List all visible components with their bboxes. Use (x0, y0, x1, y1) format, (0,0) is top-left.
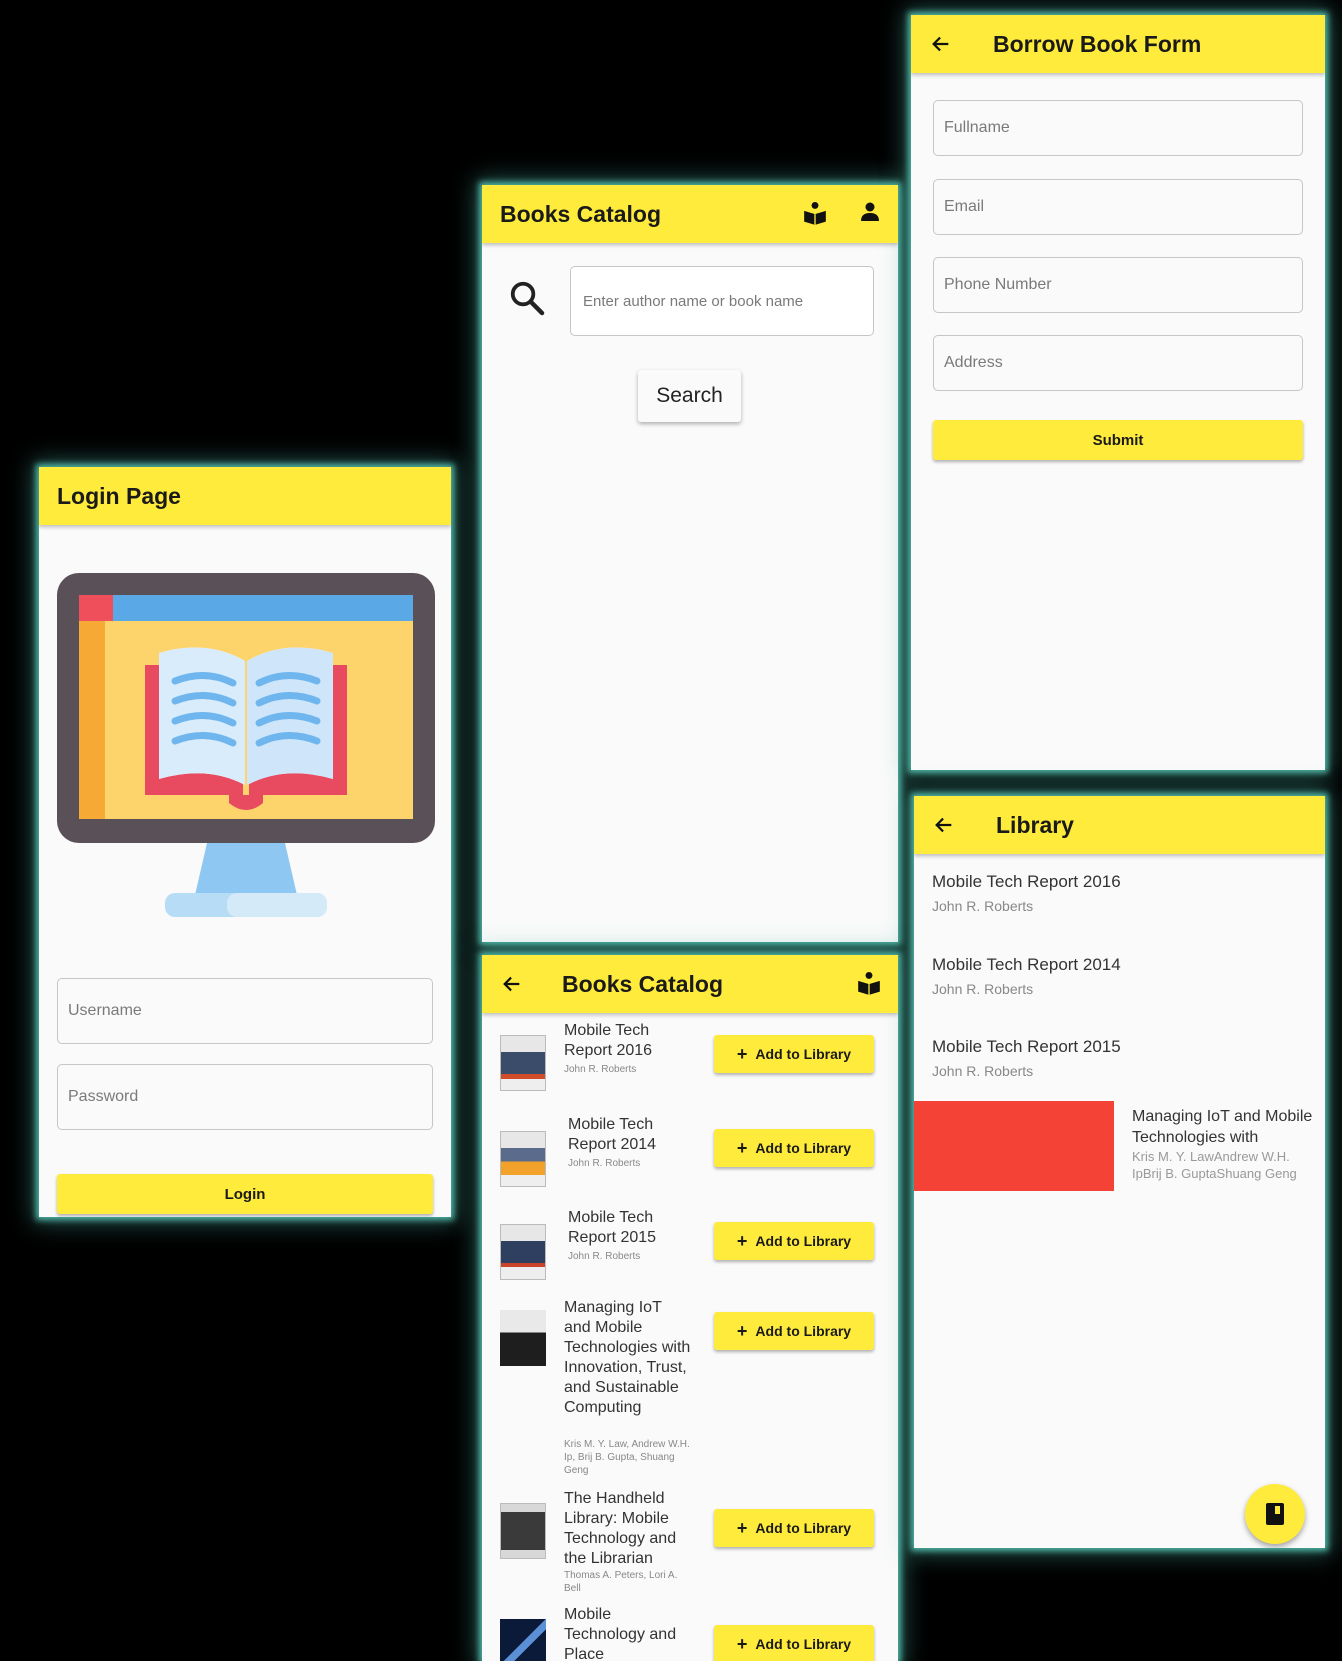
add-to-library-label: Add to Library (755, 1233, 852, 1249)
back-button[interactable] (925, 28, 957, 60)
book-cover (500, 1035, 546, 1091)
book-author: Thomas A. Peters, Lori A. Bell (564, 1570, 678, 1594)
search-icon (508, 279, 546, 322)
fullname-input[interactable] (934, 101, 1302, 155)
search-button[interactable]: Search (638, 370, 741, 422)
book-title: Mobile Tech Report 2014 (568, 1116, 657, 1153)
plus-icon: + (736, 1320, 748, 1341)
username-field[interactable] (57, 978, 433, 1044)
book-row: Mobile Tech Report 2015 John R. Roberts … (482, 1208, 898, 1294)
book-row: The Handheld Library: Mobile Technology … (482, 1489, 898, 1594)
library-item[interactable]: Mobile Tech Report 2016 John R. Roberts (932, 872, 1121, 914)
arrow-left-icon (503, 976, 520, 992)
add-to-library-button[interactable]: + Add to Library (714, 1312, 874, 1350)
plus-icon: + (736, 1043, 748, 1064)
book-cover (500, 1224, 546, 1280)
library-item[interactable]: Managing IoT and Mobile Technologies wit… (1132, 1106, 1325, 1186)
library-item-title: Mobile Tech Report 2014 (932, 955, 1121, 974)
page-title: Books Catalog (562, 970, 724, 997)
book-title: The Handheld Library: Mobile Technology … (564, 1490, 677, 1567)
address-input[interactable] (934, 336, 1302, 390)
login-screen: Login Page Login (39, 467, 451, 1217)
library-item-author: John R. Roberts (932, 981, 1034, 997)
library-monitor-illustration (57, 573, 435, 917)
book-row: Mobile Technology and Place + Add to Lib… (482, 1605, 898, 1661)
book-title: Managing IoT and Mobile Technologies wit… (564, 1299, 691, 1416)
add-to-library-button[interactable]: + Add to Library (714, 1625, 874, 1661)
library-item-author: John R. Roberts (932, 898, 1034, 914)
login-button[interactable]: Login (57, 1174, 433, 1214)
catalog-search-screen: Books Catalog Search (482, 185, 898, 942)
password-field[interactable] (57, 1064, 433, 1130)
plus-icon: + (736, 1230, 748, 1251)
library-item-title: Managing IoT and Mobile Technologies wit… (1132, 1108, 1313, 1146)
fullname-field[interactable] (933, 100, 1303, 156)
back-button[interactable] (496, 968, 528, 1000)
page-title: Books Catalog (500, 200, 662, 227)
phone-field[interactable] (933, 257, 1303, 313)
library-item-author: Kris M. Y. LawAndrew W.H. IpBrij B. Gupt… (1132, 1149, 1297, 1181)
book-author: John R. Roberts (568, 1158, 641, 1169)
book-title: Mobile Technology and Place (564, 1606, 677, 1661)
library-item-cover (914, 1101, 1114, 1191)
add-to-library-button[interactable]: + Add to Library (714, 1129, 874, 1167)
library-appbar: Library (914, 796, 1325, 854)
plus-icon: + (736, 1517, 748, 1538)
catalog-search-appbar: Books Catalog (482, 185, 898, 243)
add-to-library-button[interactable]: + Add to Library (714, 1222, 874, 1260)
book-cover (500, 1503, 546, 1559)
page-title: Library (996, 811, 1074, 838)
plus-icon: + (736, 1137, 748, 1158)
borrow-form-appbar: Borrow Book Form (911, 15, 1325, 73)
book-row: Managing IoT and Mobile Technologies wit… (482, 1298, 898, 1480)
book-cover (500, 1310, 546, 1366)
book-reader-icon[interactable] (856, 970, 882, 1001)
library-item-title: Mobile Tech Report 2015 (932, 1037, 1121, 1056)
add-to-library-label: Add to Library (755, 1636, 852, 1652)
book-title: Mobile Tech Report 2016 (564, 1022, 653, 1059)
open-book-fab[interactable] (1245, 1484, 1305, 1544)
address-field[interactable] (933, 335, 1303, 391)
arrow-left-icon (932, 36, 949, 52)
book-cover (500, 1131, 546, 1187)
plus-icon: + (736, 1633, 748, 1654)
email-input[interactable] (934, 180, 1302, 234)
search-field[interactable] (570, 266, 874, 336)
book-title: Mobile Tech Report 2015 (568, 1209, 657, 1246)
book-cover (500, 1619, 546, 1661)
phone-input[interactable] (934, 258, 1302, 312)
password-input[interactable] (58, 1065, 432, 1129)
back-button[interactable] (928, 809, 960, 841)
borrow-form-screen: Borrow Book Form Submit (911, 15, 1325, 770)
book-author: John R. Roberts (568, 1251, 641, 1262)
book-author: John R. Roberts (564, 1064, 637, 1075)
username-input[interactable] (58, 979, 432, 1043)
person-icon[interactable] (858, 200, 882, 229)
book-icon (1266, 1503, 1284, 1525)
search-input[interactable] (571, 267, 873, 335)
page-title: Login Page (57, 482, 181, 509)
library-item[interactable]: Mobile Tech Report 2015 John R. Roberts (932, 1037, 1121, 1079)
catalog-results-appbar: Books Catalog (482, 955, 898, 1013)
add-to-library-label: Add to Library (755, 1520, 852, 1536)
library-item[interactable]: Mobile Tech Report 2014 John R. Roberts (932, 955, 1121, 997)
library-item-author: John R. Roberts (932, 1063, 1034, 1079)
add-to-library-label: Add to Library (755, 1140, 852, 1156)
add-to-library-button[interactable]: + Add to Library (714, 1035, 874, 1073)
email-field[interactable] (933, 179, 1303, 235)
book-row: Mobile Tech Report 2014 John R. Roberts … (482, 1115, 898, 1201)
submit-button[interactable]: Submit (933, 420, 1303, 460)
book-reader-icon[interactable] (802, 200, 828, 231)
page-title: Borrow Book Form (993, 30, 1202, 57)
add-to-library-label: Add to Library (755, 1046, 852, 1062)
library-item-title: Mobile Tech Report 2016 (932, 872, 1121, 891)
book-row: Mobile Tech Report 2016 John R. Roberts … (482, 1021, 898, 1107)
add-to-library-label: Add to Library (755, 1323, 852, 1339)
book-author: Kris M. Y. Law, Andrew W.H. Ip, Brij B. … (564, 1439, 690, 1476)
arrow-left-icon (935, 817, 952, 833)
library-screen: Library Mobile Tech Report 2016 John R. … (914, 796, 1325, 1548)
catalog-results-screen: Books Catalog Mobile Tech Report 2016 Jo… (482, 955, 898, 1661)
add-to-library-button[interactable]: + Add to Library (714, 1509, 874, 1547)
login-appbar: Login Page (39, 467, 451, 525)
